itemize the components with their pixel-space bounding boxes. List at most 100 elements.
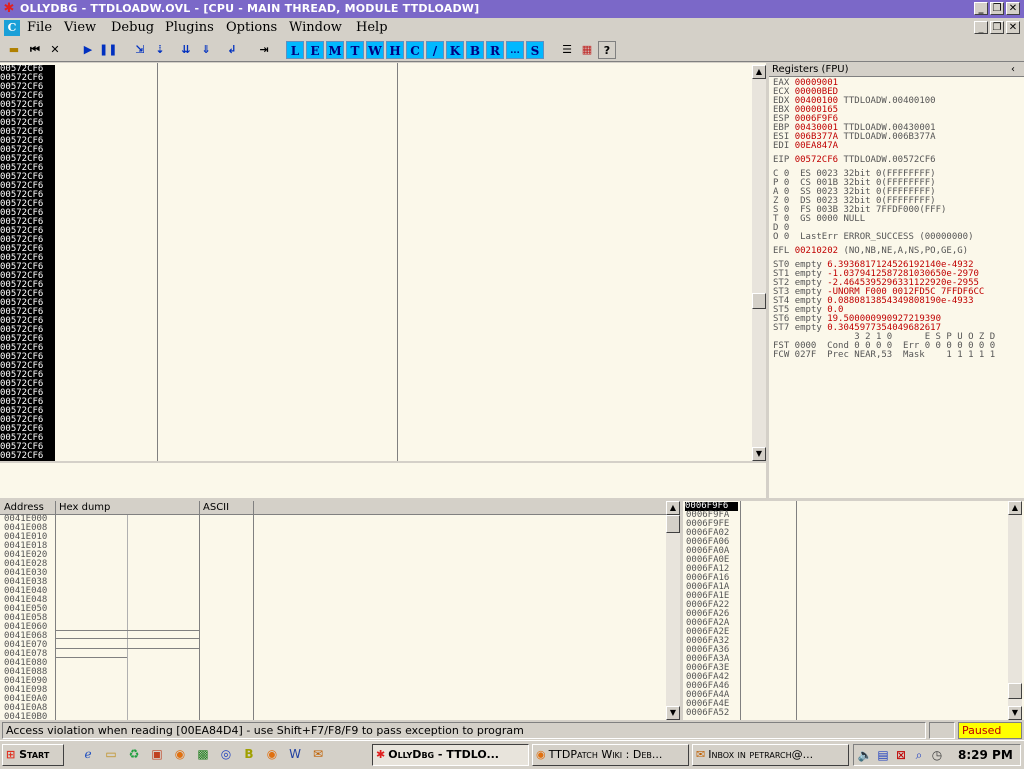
restore-icon[interactable]: ❐ bbox=[990, 2, 1004, 15]
mdi-minimize-icon[interactable]: _ bbox=[974, 21, 988, 34]
dump-header-ascii[interactable]: ASCII bbox=[203, 501, 229, 514]
registers-title: Registers (FPU) bbox=[772, 64, 849, 75]
dump-scroll-thumb[interactable] bbox=[666, 515, 680, 533]
eip-row[interactable]: EIP 00572CF6 TTDLOADW.00572CF6 bbox=[773, 156, 936, 165]
cpu-button[interactable]: C bbox=[406, 41, 424, 59]
open-folder-icon[interactable]: ▬ bbox=[5, 41, 23, 59]
firefox-2-icon[interactable]: ◉ bbox=[264, 746, 280, 762]
minimize-icon[interactable]: _ bbox=[974, 2, 988, 15]
close-icon[interactable]: ✕ bbox=[1006, 2, 1020, 15]
references-button[interactable]: R bbox=[486, 41, 504, 59]
info-pane[interactable] bbox=[0, 463, 766, 498]
run-trace-button[interactable]: ... bbox=[506, 41, 524, 59]
memory-map-button[interactable]: M bbox=[326, 41, 344, 59]
registers-pane[interactable]: Registers (FPU) ‹ EAX 00009001 ECX 00000… bbox=[769, 63, 1024, 498]
toolbar: ▬ ⏮ ✕ ▶ ❚❚ ⇲ ⇣ ⇊ ⇓ ↲ ⇥ L E M T W H C / K… bbox=[0, 39, 1024, 62]
flag-row[interactable]: O 0 LastErr ERROR_SUCCESS (00000000) bbox=[773, 233, 974, 242]
start-button[interactable]: ⊞ Start bbox=[2, 744, 64, 766]
fcw-row[interactable]: FCW 027F Prec NEAR,53 Mask 1 1 1 1 1 bbox=[773, 351, 995, 360]
dump-scrollbar[interactable]: ▲ ▼ bbox=[666, 501, 680, 720]
mail-task-icon: ✉ bbox=[696, 748, 706, 761]
scroll-up-icon[interactable]: ▲ bbox=[752, 65, 766, 79]
menu-help[interactable]: Help bbox=[356, 20, 388, 36]
terminal-icon[interactable]: ▣ bbox=[149, 746, 165, 762]
stack-row-address[interactable]: 0006FA52 bbox=[686, 709, 729, 718]
disasm-row-address[interactable]: 00572CF6 bbox=[0, 452, 55, 461]
mdi-restore-icon[interactable]: ❐ bbox=[990, 21, 1004, 34]
disassembly-address-column: 00572CF6 00572CF6 00572CF6 00572CF6 00572CF6… bbox=[0, 65, 55, 461]
windows-button[interactable]: W bbox=[366, 41, 384, 59]
menu-debug[interactable]: Debug bbox=[111, 20, 154, 36]
scroll-thumb[interactable] bbox=[752, 293, 766, 309]
dump-header-address[interactable]: Address bbox=[4, 501, 44, 514]
stack-address-column: 0006F9FA 0006F9FE 0006FA02 0006FA06 0006FA0A… bbox=[686, 511, 729, 718]
media-player-icon[interactable]: ◎ bbox=[218, 746, 234, 762]
step-over-icon[interactable]: ⇣ bbox=[151, 41, 169, 59]
internet-explorer-icon[interactable]: ℯ bbox=[80, 746, 96, 762]
menu-plugins[interactable]: Plugins bbox=[165, 20, 214, 36]
cpu-window-icon[interactable]: C bbox=[4, 20, 20, 36]
step-into-icon[interactable]: ⇲ bbox=[131, 41, 149, 59]
network-icon[interactable]: ▤ bbox=[875, 747, 891, 763]
disassembly-scrollbar[interactable]: ▲ ▼ bbox=[752, 65, 766, 461]
breakpoints-button[interactable]: B bbox=[466, 41, 484, 59]
register-row[interactable]: EDI 00EA847A bbox=[773, 142, 843, 151]
colors-icon[interactable]: ▦ bbox=[578, 41, 596, 59]
go-to-icon[interactable]: ⇥ bbox=[255, 41, 273, 59]
menu-window[interactable]: Window bbox=[289, 20, 342, 36]
stack-scroll-thumb[interactable] bbox=[1008, 683, 1022, 699]
disassembly-pane[interactable]: 00572CF6 00572CF6 00572CF6 00572CF6 00572CF6… bbox=[0, 63, 766, 461]
clock[interactable]: 8:29 PM bbox=[958, 747, 1013, 763]
firefox-icon[interactable]: ◉ bbox=[172, 746, 188, 762]
help-icon[interactable]: ? bbox=[598, 41, 616, 59]
ollydbg-bug-icon[interactable]: ✱ bbox=[2, 2, 16, 16]
scroll-down-icon[interactable]: ▼ bbox=[752, 447, 766, 461]
b-app-icon[interactable]: B bbox=[241, 746, 257, 762]
stack-scroll-down-icon[interactable]: ▼ bbox=[1008, 706, 1022, 720]
handles-button[interactable]: H bbox=[386, 41, 404, 59]
stack-scrollbar[interactable]: ▲ ▼ bbox=[1008, 501, 1022, 720]
stack-pane[interactable]: 0006F9F6 0006F9FA 0006F9FE 0006FA02 0006FA0… bbox=[683, 501, 1024, 720]
efl-row[interactable]: EFL 00210202 (NO,NB,NE,A,NS,PO,GE,G) bbox=[773, 247, 968, 256]
menu-file[interactable]: File bbox=[27, 20, 52, 36]
title-bar[interactable]: ✱ OllyDbg - TTDLOADW.OVL - [CPU - main t… bbox=[0, 0, 1024, 18]
list-icon[interactable]: ☰ bbox=[558, 41, 576, 59]
threads-button[interactable]: T bbox=[346, 41, 364, 59]
call-stack-button[interactable]: K bbox=[446, 41, 464, 59]
folder-icon[interactable]: ▭ bbox=[103, 746, 119, 762]
thunderbird-icon[interactable]: ✉ bbox=[310, 746, 326, 762]
word-icon[interactable]: W bbox=[287, 746, 303, 762]
task-ttdpatch-wiki[interactable]: ◉ TTDPatch Wiki : Deb... bbox=[532, 744, 689, 766]
status-message: Access violation when reading [00EA84D4]… bbox=[2, 722, 926, 739]
dump-scroll-up-icon[interactable]: ▲ bbox=[666, 501, 680, 515]
modules-button[interactable]: E bbox=[306, 41, 324, 59]
collapse-arrow-icon[interactable]: ‹ bbox=[1011, 63, 1015, 76]
pause-icon[interactable]: ❚❚ bbox=[99, 41, 117, 59]
task-inbox[interactable]: ✉ Inbox in petrarch@... bbox=[692, 744, 849, 766]
security-icon[interactable]: ⊠ bbox=[893, 747, 909, 763]
volume-icon[interactable]: 🔈 bbox=[857, 747, 873, 763]
task-ollydbg[interactable]: ✱ OllyDbg - TTDLO... bbox=[372, 744, 529, 766]
mdi-close-icon[interactable]: ✕ bbox=[1006, 21, 1020, 34]
trace-into-icon[interactable]: ⇊ bbox=[177, 41, 195, 59]
trace-over-icon[interactable]: ⇓ bbox=[197, 41, 215, 59]
register-note: TTDLOADW.00572CF6 bbox=[843, 155, 936, 165]
patches-button[interactable]: / bbox=[426, 41, 444, 59]
clock-app-icon[interactable]: ◷ bbox=[929, 747, 945, 763]
log-window-button[interactable]: L bbox=[286, 41, 304, 59]
run-icon[interactable]: ▶ bbox=[79, 41, 97, 59]
dump-pane[interactable]: Address Hex dump ASCII 0041E000 0041E008 0… bbox=[0, 501, 680, 722]
search-icon[interactable]: ⌕ bbox=[911, 747, 927, 763]
menu-options[interactable]: Options bbox=[226, 20, 277, 36]
dump-header-hex[interactable]: Hex dump bbox=[59, 501, 110, 514]
stack-scroll-up-icon[interactable]: ▲ bbox=[1008, 501, 1022, 515]
menu-view[interactable]: View bbox=[64, 20, 96, 36]
dump-scroll-down-icon[interactable]: ▼ bbox=[666, 706, 680, 720]
close-program-icon[interactable]: ✕ bbox=[46, 41, 64, 59]
recycle-icon[interactable]: ♻ bbox=[126, 746, 142, 762]
map-icon[interactable]: ▩ bbox=[195, 746, 211, 762]
restart-icon[interactable]: ⏮ bbox=[26, 41, 44, 59]
execute-till-return-icon[interactable]: ↲ bbox=[223, 41, 241, 59]
source-button[interactable]: S bbox=[526, 41, 544, 59]
register-name: EFL bbox=[773, 246, 790, 256]
